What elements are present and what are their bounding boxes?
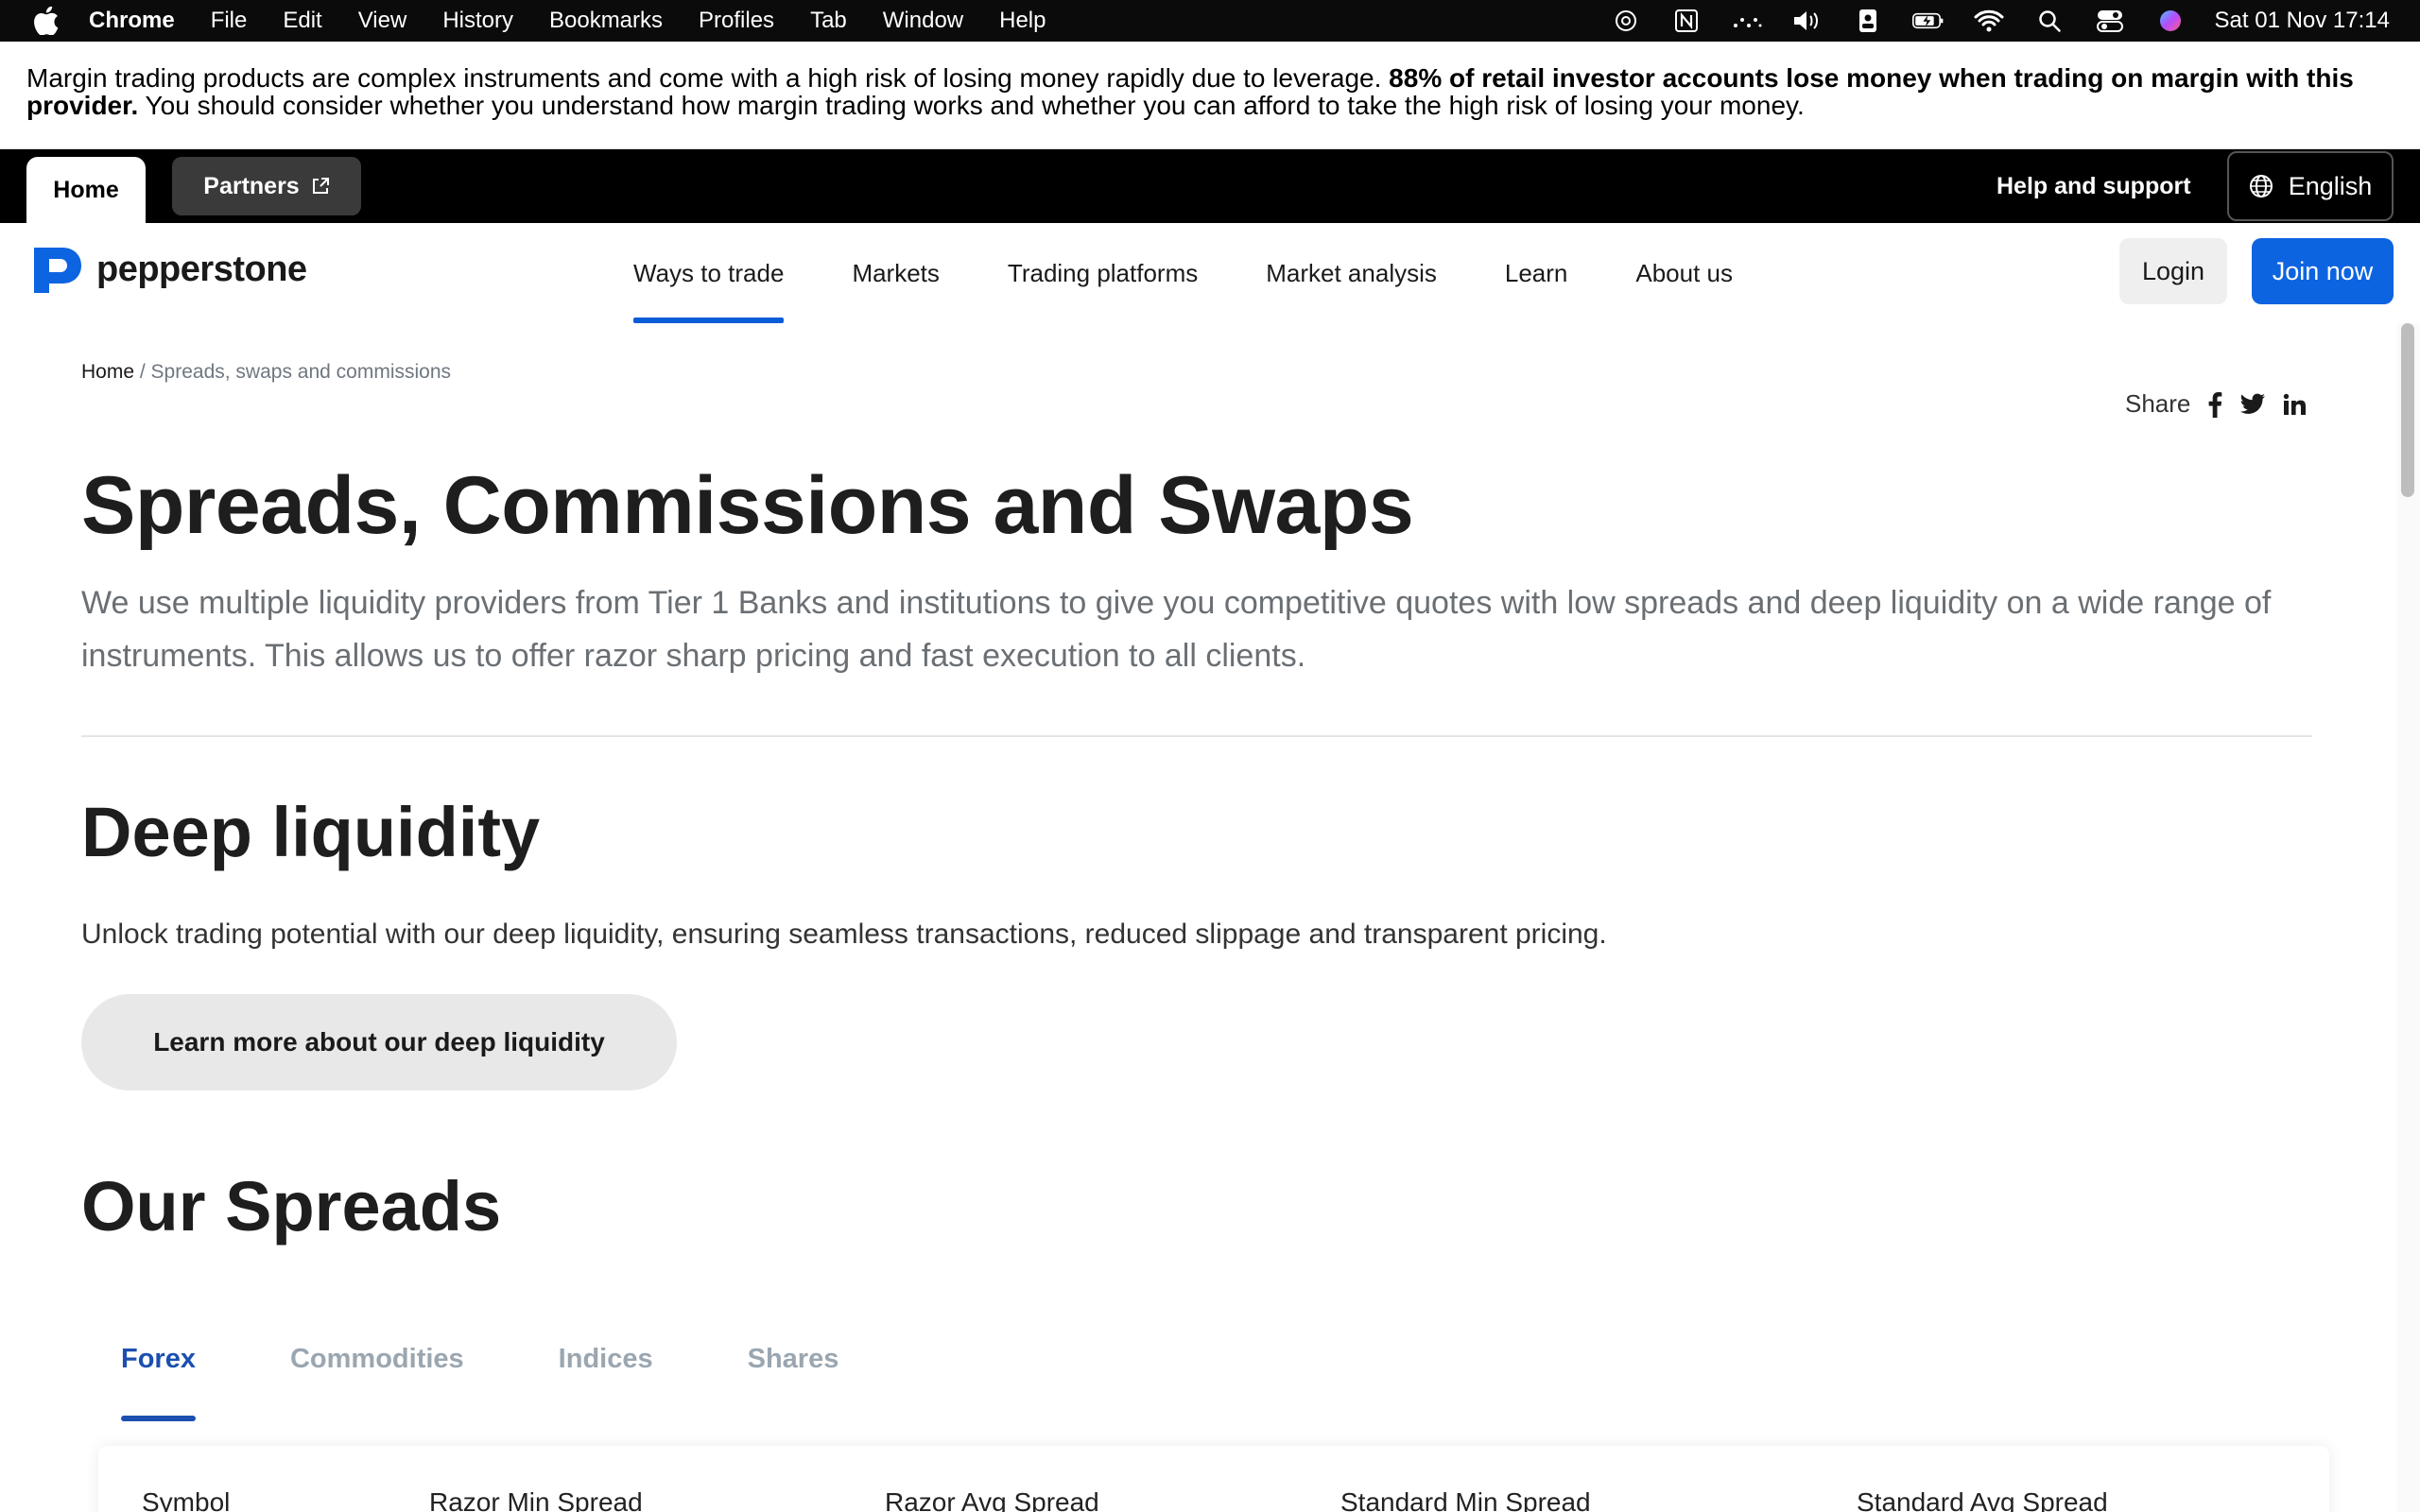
tab-partners[interactable]: Partners (172, 157, 361, 215)
tab-indices[interactable]: Indices (559, 1323, 653, 1421)
globe-icon (2249, 175, 2273, 198)
our-spreads-heading: Our Spreads (81, 1167, 502, 1246)
risk-warning-banner: Margin trading products are complex inst… (0, 42, 2420, 149)
section-divider (81, 735, 2312, 737)
apple-icon[interactable] (32, 7, 60, 35)
breadcrumb: Home / Spreads, swaps and commissions (81, 361, 451, 384)
main-navigation: pepperstone Ways to trade Markets Tradin… (0, 223, 2420, 323)
notion-icon[interactable] (1670, 7, 1703, 35)
column-header-standard-min-spread[interactable]: Standard Min Spread (1340, 1487, 1591, 1512)
nav-about-us[interactable]: About us (1635, 223, 1733, 323)
facebook-icon[interactable] (2207, 391, 2222, 418)
pepperstone-logo[interactable]: pepperstone (28, 242, 307, 297)
column-header-symbol[interactable]: Symbol (142, 1487, 230, 1512)
brand-name: pepperstone (96, 249, 307, 289)
breadcrumb-home[interactable]: Home (81, 361, 134, 383)
menu-edit[interactable]: Edit (283, 8, 321, 34)
battery-icon[interactable] (1911, 7, 1945, 35)
join-now-button[interactable]: Join now (2252, 238, 2394, 304)
spreads-tabs: Forex Commodities Indices Shares (121, 1323, 933, 1421)
risk-warning-text-2: You should consider whether you understa… (138, 91, 1805, 120)
share-bar: Share (2125, 389, 2307, 419)
menu-profiles[interactable]: Profiles (699, 8, 774, 34)
page-scrollbar-track[interactable] (2397, 323, 2420, 1512)
tab-shares[interactable]: Shares (748, 1323, 839, 1421)
help-and-support-link[interactable]: Help and support (1996, 149, 2191, 223)
twitter-icon[interactable] (2239, 393, 2266, 416)
page-lead: We use multiple liquidity providers from… (81, 585, 2272, 674)
external-link-icon (312, 178, 329, 194)
learn-more-deep-liquidity-button[interactable]: Learn more about our deep liquidity (81, 994, 677, 1091)
tab-commodities[interactable]: Commodities (290, 1323, 464, 1421)
dots-icon[interactable] (1731, 7, 1763, 35)
risk-warning-text: Margin trading products are complex inst… (26, 63, 1390, 93)
spreads-table: Symbol Razor Min Spread Razor Avg Spread… (98, 1446, 2329, 1512)
menu-app-chrome[interactable]: Chrome (89, 8, 175, 34)
siri-icon[interactable] (2154, 7, 2187, 35)
deep-liquidity-heading: Deep liquidity (81, 793, 541, 871)
column-header-razor-min-spread[interactable]: Razor Min Spread (429, 1487, 643, 1512)
page-scrollbar-thumb[interactable] (2401, 323, 2414, 497)
nav-links: Ways to trade Markets Trading platforms … (633, 223, 1801, 323)
search-icon[interactable] (2033, 7, 2066, 35)
column-header-razor-avg-spread[interactable]: Razor Avg Spread (885, 1487, 1099, 1512)
language-label: English (2288, 171, 2373, 200)
page-title: Spreads, Commissions and Swaps (81, 460, 1414, 551)
contact-card-icon[interactable] (1852, 7, 1884, 35)
menu-bookmarks[interactable]: Bookmarks (549, 8, 663, 34)
control-center-icon[interactable] (2094, 7, 2126, 35)
tab-partners-label: Partners (203, 172, 300, 199)
nav-market-analysis[interactable]: Market analysis (1266, 223, 1437, 323)
linkedin-icon[interactable] (2283, 393, 2307, 416)
wifi-icon[interactable] (1973, 7, 2005, 35)
language-selector[interactable]: English (2227, 151, 2394, 221)
menu-window[interactable]: Window (883, 8, 963, 34)
nav-ways-to-trade[interactable]: Ways to trade (633, 223, 785, 323)
menu-tab[interactable]: Tab (810, 8, 847, 34)
tab-forex[interactable]: Forex (121, 1323, 196, 1421)
breadcrumb-separator: / (134, 361, 151, 383)
menu-bar-tray: Sat 01 Nov 17:14 (1582, 0, 2390, 42)
nav-trading-platforms[interactable]: Trading platforms (1008, 223, 1198, 323)
menu-view[interactable]: View (358, 8, 407, 34)
volume-icon[interactable] (1791, 7, 1824, 35)
nav-learn[interactable]: Learn (1505, 223, 1568, 323)
breadcrumb-current: Spreads, swaps and commissions (150, 361, 452, 383)
macos-menu-bar: Chrome File Edit View History Bookmarks … (0, 0, 2420, 42)
site-top-bar: Home Partners Help and support English (0, 149, 2420, 223)
nav-markets[interactable]: Markets (852, 223, 939, 323)
login-button[interactable]: Login (2119, 238, 2227, 304)
menu-help[interactable]: Help (999, 8, 1046, 34)
pepperstone-logo-icon (34, 248, 81, 293)
column-header-standard-avg-spread[interactable]: Standard Avg Spread (1857, 1487, 2108, 1512)
tab-home[interactable]: Home (26, 157, 146, 223)
openai-icon[interactable] (1610, 7, 1642, 35)
share-label: Share (2125, 389, 2191, 418)
deep-liquidity-text: Unlock trading potential with our deep l… (81, 919, 1607, 950)
menu-history[interactable]: History (442, 8, 513, 34)
menu-bar-clock[interactable]: Sat 01 Nov 17:14 (2215, 8, 2390, 34)
menu-file[interactable]: File (211, 8, 248, 34)
